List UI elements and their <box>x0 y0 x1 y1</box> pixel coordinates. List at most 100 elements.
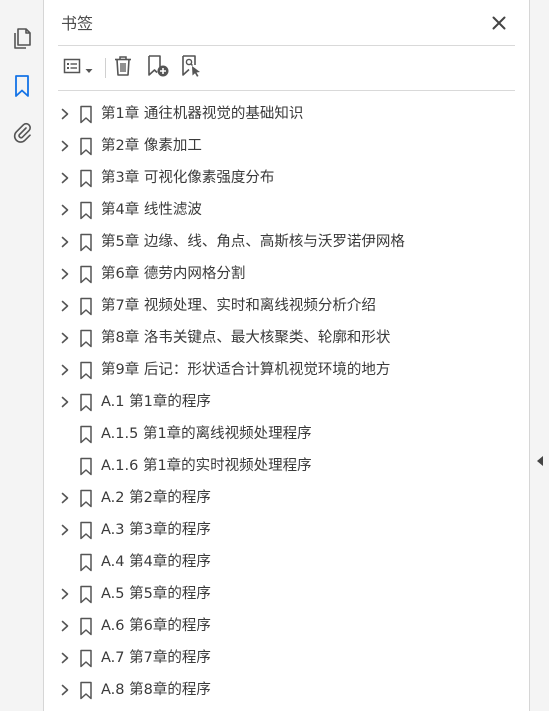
bookmark-label: A.5 第5章的程序 <box>101 586 211 602</box>
navigation-rail <box>0 0 44 711</box>
bookmark-label: A.4 第4章的程序 <box>101 554 211 570</box>
close-panel-button[interactable] <box>489 14 509 34</box>
bookmark-item[interactable]: A.1 第1章的程序 <box>45 386 529 418</box>
chevron-right-icon[interactable] <box>58 203 72 217</box>
bookmark-label: 第1章 通往机器视觉的基础知识 <box>101 106 304 122</box>
bookmark-item[interactable]: A.7 第7章的程序 <box>45 642 529 674</box>
bookmark-icon <box>78 456 94 476</box>
chevron-right-icon[interactable] <box>58 139 72 153</box>
chevron-right-icon[interactable] <box>58 619 72 633</box>
bookmark-label: A.1 第1章的程序 <box>101 394 211 410</box>
bookmark-label: 第8章 洛韦关键点、最大核聚类、轮廓和形状 <box>101 330 391 346</box>
toolbar-divider <box>58 90 515 91</box>
bookmark-icon <box>78 552 94 572</box>
panel-title: 书签 <box>61 14 94 33</box>
bookmark-icon <box>78 648 94 668</box>
chevron-right-icon[interactable] <box>58 299 72 313</box>
bookmark-item[interactable]: 第8章 洛韦关键点、最大核聚类、轮廓和形状 <box>45 322 529 354</box>
bookmark-label: 第2章 像素加工 <box>101 138 202 154</box>
list-options-icon <box>63 57 85 79</box>
bookmark-item[interactable]: A.4 第4章的程序 <box>45 546 529 578</box>
toolbar-separator <box>105 58 106 78</box>
bookmark-icon <box>78 136 94 156</box>
chevron-right-icon[interactable] <box>58 331 72 345</box>
bookmark-item[interactable]: A.2 第2章的程序 <box>45 482 529 514</box>
bookmark-label: A.1.5 第1章的离线视频处理程序 <box>101 426 312 442</box>
bookmark-label: A.1.6 第1章的实时视频处理程序 <box>101 458 312 474</box>
triangle-left-icon <box>536 452 544 471</box>
bookmark-icon <box>78 520 94 540</box>
bookmark-item[interactable]: 第6章 德劳内网格分割 <box>45 258 529 290</box>
delete-bookmark-button[interactable] <box>111 56 135 80</box>
chevron-right-icon[interactable] <box>58 395 72 409</box>
bookmark-item[interactable]: 第7章 视频处理、实时和离线视频分析介绍 <box>45 290 529 322</box>
bookmark-label: 第4章 线性滤波 <box>101 202 202 218</box>
bookmark-icon <box>78 360 94 380</box>
chevron-right-icon[interactable] <box>58 651 72 665</box>
chevron-right-icon[interactable] <box>58 363 72 377</box>
bookmark-item[interactable]: 第4章 线性滤波 <box>45 194 529 226</box>
attachment-icon <box>11 120 33 144</box>
bookmark-tree: 第1章 通往机器视觉的基础知识 第2章 像素加工第3章 可视化像素强度分布 第4章 … <box>45 98 529 706</box>
chevron-right-icon[interactable] <box>58 235 72 249</box>
bookmark-item[interactable]: A.8 第8章的程序 <box>45 674 529 706</box>
bookmarks-window: 书签 第1章 通往机器视觉的基础知识 第2章 像素加工 第3章 可视化像素强度分… <box>0 0 549 711</box>
bookmark-label: 第6章 德劳内网格分割 <box>101 266 246 282</box>
bookmark-item[interactable]: 第9章 后记：形状适合计算机视觉环境的地方 <box>45 354 529 386</box>
pages-panel-button[interactable] <box>8 24 36 52</box>
bookmark-icon <box>78 328 94 348</box>
bookmark-item[interactable]: A.3 第3章的程序 <box>45 514 529 546</box>
bookmark-label: 第3章 可视化像素强度分布 <box>101 170 275 186</box>
bookmark-item[interactable]: 第2章 像素加工 <box>45 130 529 162</box>
bookmark-label: A.2 第2章的程序 <box>101 490 211 506</box>
bookmark-label: 第9章 后记：形状适合计算机视觉环境的地方 <box>101 362 391 378</box>
right-collapse-strip <box>529 0 549 711</box>
bookmarks-toolbar <box>45 46 529 90</box>
new-bookmark-button[interactable] <box>145 55 171 80</box>
chevron-right-icon[interactable] <box>58 587 72 601</box>
bookmark-item[interactable]: A.1.6 第1章的实时视频处理程序 <box>45 450 529 482</box>
bookmark-icon <box>78 104 94 124</box>
close-icon <box>492 15 506 34</box>
attachments-panel-button[interactable] <box>8 118 36 146</box>
bookmark-icon <box>78 424 94 444</box>
bookmark-item[interactable]: A.5 第5章的程序 <box>45 578 529 610</box>
bookmark-icon <box>78 616 94 636</box>
bookmark-label: A.8 第8章的程序 <box>101 682 211 698</box>
bookmark-label: A.7 第7章的程序 <box>101 650 211 666</box>
bookmark-from-selection-button[interactable] <box>179 54 205 82</box>
bookmark-icon <box>78 232 94 252</box>
bookmark-icon <box>78 584 94 604</box>
chevron-right-icon[interactable] <box>58 107 72 121</box>
chevron-right-icon[interactable] <box>58 683 72 697</box>
chevron-right-icon[interactable] <box>58 171 72 185</box>
bookmarks-panel: 书签 第1章 通往机器视觉的基础知识 第2章 像素加工 第3章 可视化像素强度分… <box>45 0 529 711</box>
bookmark-icon <box>78 264 94 284</box>
chevron-down-icon <box>85 59 93 78</box>
bookmark-label: A.6 第6章的程序 <box>101 618 211 634</box>
bookmark-icon <box>78 488 94 508</box>
bookmark-label: A.3 第3章的程序 <box>101 522 211 538</box>
panel-header: 书签 <box>45 0 529 46</box>
bookmark-item[interactable]: 第1章 通往机器视觉的基础知识 <box>45 98 529 130</box>
bookmark-icon <box>13 74 31 98</box>
bookmark-icon <box>78 680 94 700</box>
bookmark-icon <box>78 392 94 412</box>
bookmark-label: 第7章 视频处理、实时和离线视频分析介绍 <box>101 298 376 314</box>
bookmark-icon <box>78 168 94 188</box>
bookmark-icon <box>78 200 94 220</box>
bookmark-search-icon <box>180 54 204 82</box>
collapse-panel-button[interactable] <box>534 453 546 469</box>
bookmarks-panel-button[interactable] <box>8 72 36 100</box>
bookmark-label: 第5章 边缘、线、角点、高斯核与沃罗诺伊网格 <box>101 234 405 250</box>
chevron-right-icon[interactable] <box>58 523 72 537</box>
bookmark-item[interactable]: 第5章 边缘、线、角点、高斯核与沃罗诺伊网格 <box>45 226 529 258</box>
options-menu-button[interactable] <box>60 56 96 80</box>
bookmark-item[interactable]: A.1.5 第1章的离线视频处理程序 <box>45 418 529 450</box>
chevron-right-icon[interactable] <box>58 491 72 505</box>
bookmark-item[interactable]: A.6 第6章的程序 <box>45 610 529 642</box>
bookmark-item[interactable]: 第3章 可视化像素强度分布 <box>45 162 529 194</box>
pages-icon <box>11 26 33 50</box>
trash-icon <box>113 55 133 81</box>
chevron-right-icon[interactable] <box>58 267 72 281</box>
